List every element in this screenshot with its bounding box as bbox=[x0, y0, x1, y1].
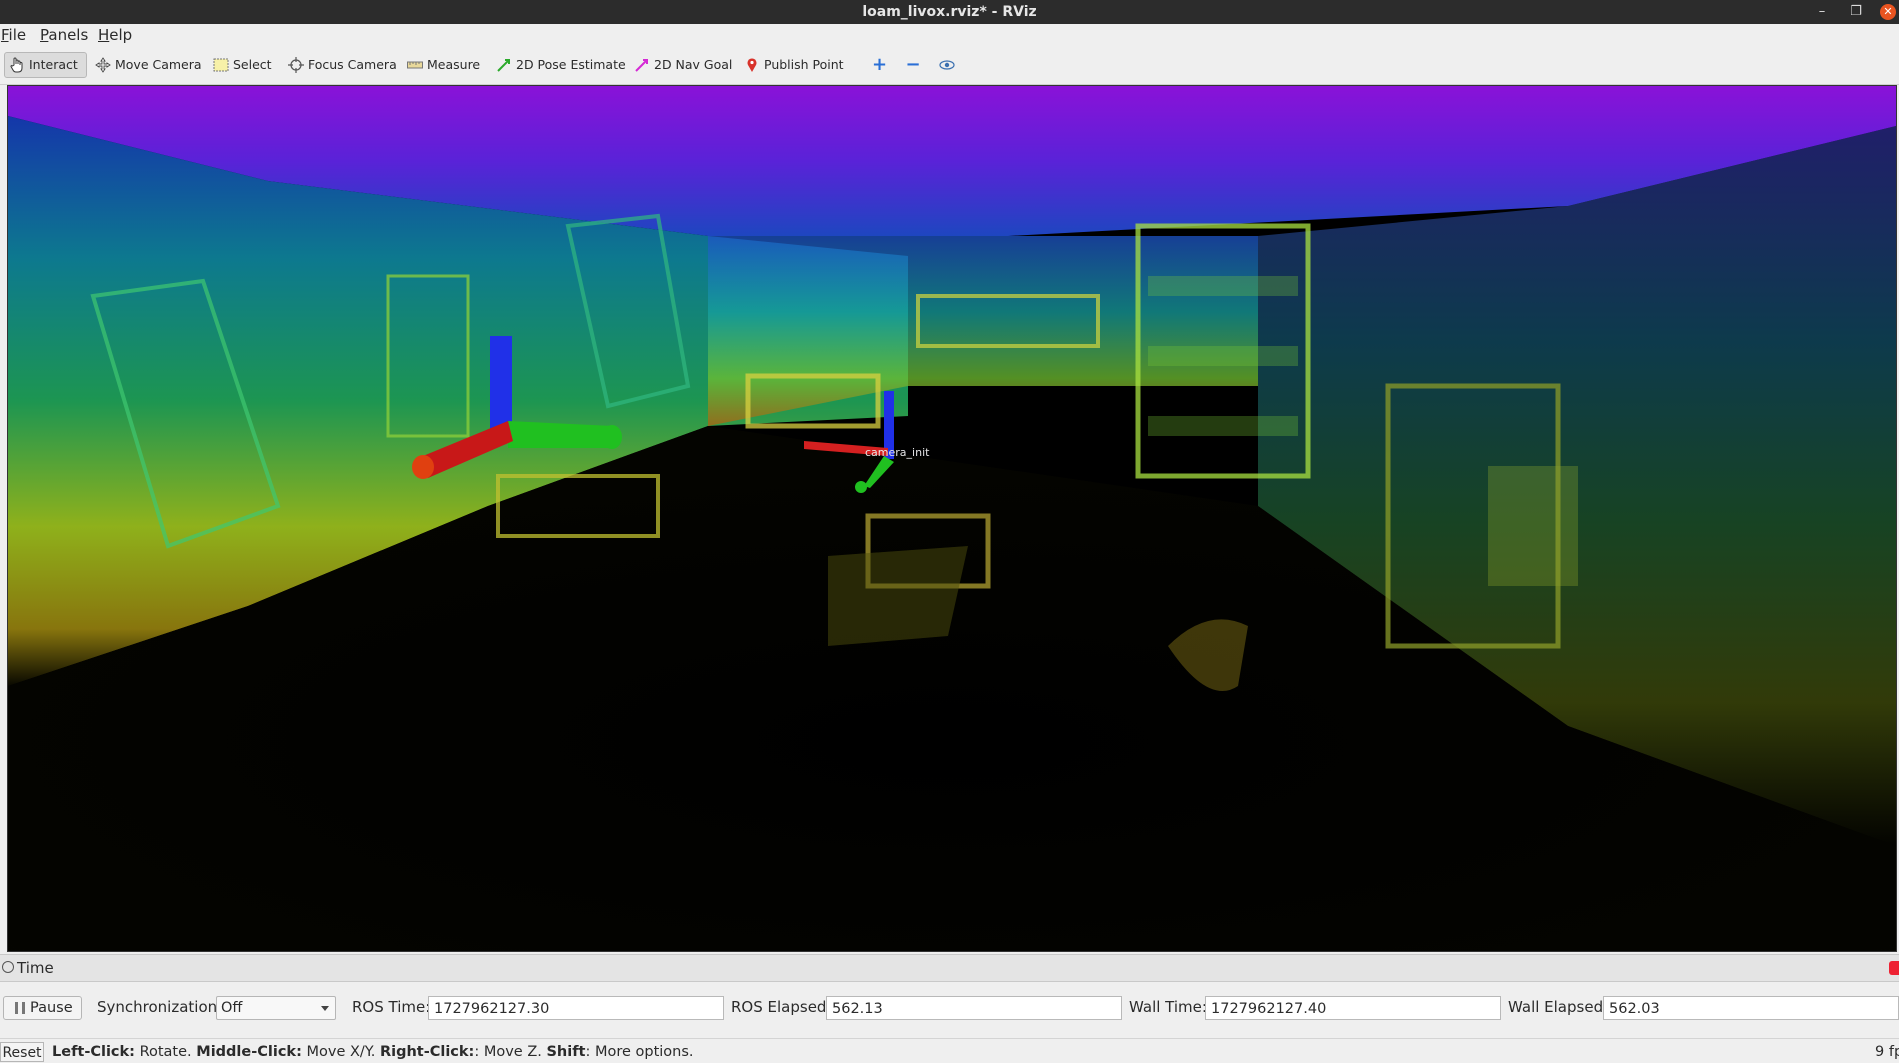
focus-camera-tool[interactable]: Focus Camera bbox=[284, 52, 401, 78]
sync-select[interactable]: Off bbox=[216, 996, 336, 1020]
frame-label: camera_init bbox=[865, 446, 930, 459]
chevron-down-icon bbox=[321, 1006, 329, 1011]
move-camera-label: Move Camera bbox=[115, 57, 202, 72]
green-arrow-icon bbox=[496, 57, 512, 73]
hint-middle-action: Move X/Y. bbox=[306, 1044, 376, 1060]
crosshair-icon bbox=[288, 57, 304, 73]
hint-right-action: : Move Z. bbox=[474, 1044, 542, 1060]
panel-close-button[interactable] bbox=[1889, 961, 1899, 975]
sync-value: Off bbox=[221, 1000, 243, 1016]
add-tool-button[interactable]: + bbox=[868, 52, 890, 78]
tool-properties-button[interactable] bbox=[935, 52, 961, 78]
title-bar: loam_livox.rviz* - RViz – ❐ ✕ bbox=[0, 0, 1899, 24]
3d-render-panel[interactable]: camera_init bbox=[7, 85, 1897, 952]
plus-icon: + bbox=[872, 54, 888, 75]
measure-label: Measure bbox=[427, 57, 481, 72]
nav-goal-label: 2D Nav Goal bbox=[654, 57, 733, 72]
window-title: loam_livox.rviz* - RViz bbox=[862, 4, 1037, 20]
menu-panels[interactable]: Panels bbox=[40, 24, 88, 46]
interact-label: Interact bbox=[29, 57, 78, 72]
wall-time-field[interactable]: 1727962127.40 bbox=[1205, 996, 1501, 1020]
wall-elapsed-field[interactable]: 562.03 bbox=[1603, 996, 1899, 1020]
maximize-button[interactable]: ❐ bbox=[1843, 0, 1869, 24]
hint-right-click: Right-Click: bbox=[379, 1044, 475, 1060]
time-panel-title: Time bbox=[17, 959, 54, 977]
point-cloud-render bbox=[8, 86, 1896, 951]
wall-time-label: Wall Time: bbox=[1129, 998, 1207, 1016]
eye-icon bbox=[939, 57, 955, 73]
move-camera-tool[interactable]: Move Camera bbox=[91, 52, 206, 78]
pause-label: Pause bbox=[30, 1000, 73, 1016]
close-icon: ✕ bbox=[1880, 4, 1896, 20]
minus-icon: − bbox=[905, 54, 921, 75]
select-label: Select bbox=[233, 57, 272, 72]
sync-label: Synchronization: bbox=[97, 998, 223, 1016]
ros-elapsed-label: ROS Elapsed: bbox=[731, 998, 832, 1016]
map-pin-icon bbox=[744, 57, 760, 73]
clock-icon bbox=[2, 961, 14, 973]
fps-counter: 9 fps bbox=[1875, 1044, 1899, 1060]
select-tool[interactable]: Select bbox=[209, 52, 276, 78]
hint-middle-click: Middle-Click: bbox=[196, 1044, 302, 1060]
remove-tool-button[interactable]: − bbox=[901, 52, 925, 78]
hint-shift-action: : More options. bbox=[585, 1044, 694, 1060]
reset-button[interactable]: Reset bbox=[0, 1042, 44, 1062]
magenta-arrow-icon bbox=[634, 57, 650, 73]
pause-icon bbox=[15, 1002, 25, 1014]
hint-left-click: Left-Click: bbox=[52, 1044, 135, 1060]
measure-tool[interactable]: Measure bbox=[403, 52, 484, 78]
publish-point-tool[interactable]: Publish Point bbox=[740, 52, 848, 78]
ros-time-label: ROS Time: bbox=[352, 998, 431, 1016]
time-panel: Pause Synchronization: Off ROS Time: 172… bbox=[0, 982, 1899, 1032]
focus-camera-label: Focus Camera bbox=[308, 57, 397, 72]
pause-button[interactable]: Pause bbox=[3, 996, 82, 1020]
publish-point-label: Publish Point bbox=[764, 57, 844, 72]
hint-shift: Shift bbox=[546, 1044, 586, 1060]
nav-goal-tool[interactable]: 2D Nav Goal bbox=[630, 52, 736, 78]
ruler-icon bbox=[407, 57, 423, 73]
minimize-button[interactable]: – bbox=[1809, 0, 1835, 24]
menu-bar: File Panels Help bbox=[0, 24, 1899, 46]
move-arrows-icon bbox=[95, 57, 111, 73]
toolbar: Interact Move Camera Select Focus Camera… bbox=[0, 46, 1899, 85]
status-hint: Left-Click: Rotate. Middle-Click: Move X… bbox=[52, 1042, 694, 1062]
hand-pointer-icon bbox=[9, 57, 25, 73]
pose-estimate-tool[interactable]: 2D Pose Estimate bbox=[492, 52, 630, 78]
menu-help[interactable]: Help bbox=[98, 24, 132, 46]
wall-elapsed-label: Wall Elapsed: bbox=[1508, 998, 1609, 1016]
menu-file[interactable]: File bbox=[1, 24, 26, 46]
ros-elapsed-field[interactable]: 562.13 bbox=[826, 996, 1122, 1020]
select-box-icon bbox=[213, 57, 229, 73]
status-bar: Reset Left-Click: Rotate. Middle-Click: … bbox=[0, 1038, 1899, 1062]
interact-tool[interactable]: Interact bbox=[4, 52, 87, 78]
pose-estimate-label: 2D Pose Estimate bbox=[516, 57, 626, 72]
ros-time-field[interactable]: 1727962127.30 bbox=[428, 996, 724, 1020]
close-button[interactable]: ✕ bbox=[1877, 0, 1899, 24]
time-panel-header: Time bbox=[0, 954, 1899, 982]
hint-left-action: Rotate. bbox=[139, 1044, 192, 1060]
